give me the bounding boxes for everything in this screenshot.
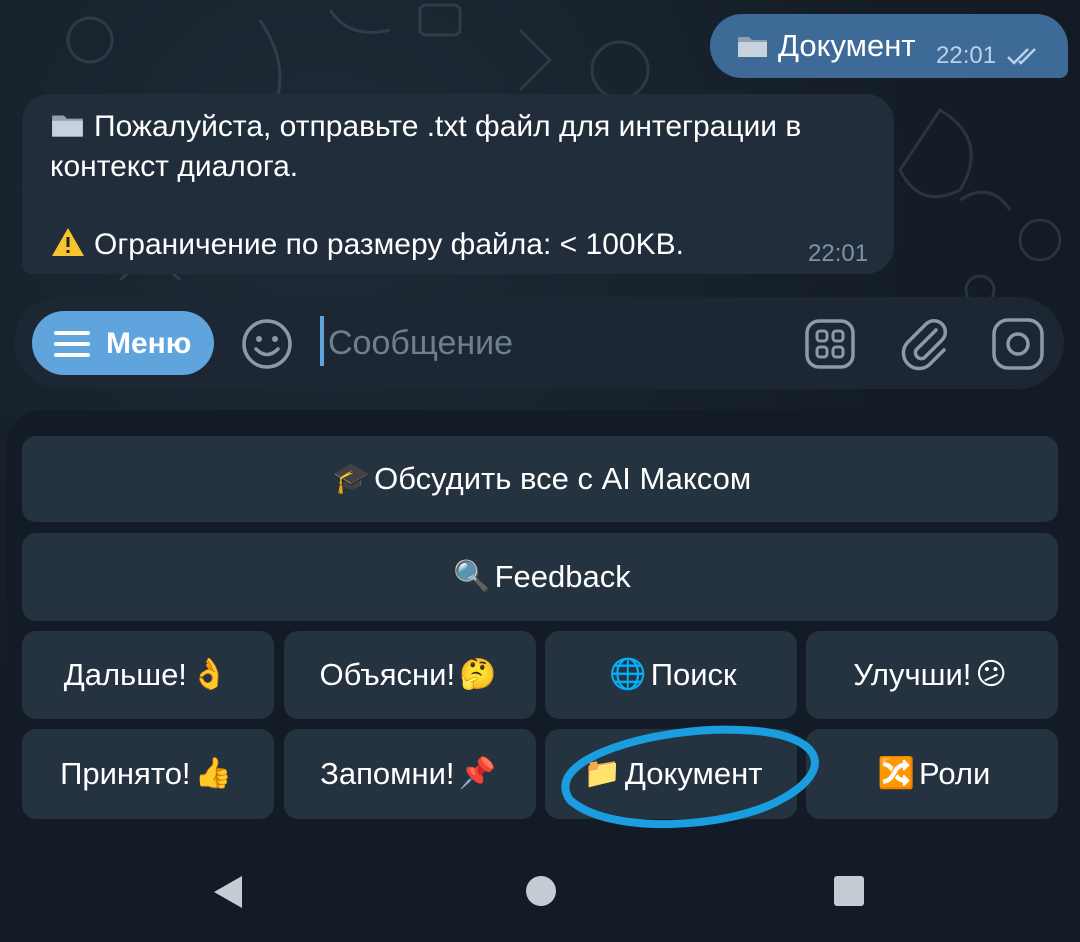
keyboard-button-remember-label: Запомни! — [320, 756, 455, 791]
shuffle-icon: 🔀 — [877, 757, 916, 790]
message-input[interactable] — [326, 315, 780, 371]
thumbs-up-icon: 👍 — [194, 757, 232, 790]
keyboard-button-search-label: Поиск — [650, 657, 737, 692]
nav-recent-apps-icon[interactable] — [832, 874, 866, 908]
keyboard-button-discuss[interactable]: 🎓 Обсудить все с AI Максом — [22, 436, 1058, 522]
keyboard-button-remember[interactable]: Запомни! 📌 — [284, 729, 536, 819]
outgoing-text-value: Документ — [778, 28, 916, 63]
outgoing-message-bubble[interactable]: Документ 22:01 — [710, 14, 1068, 78]
keyboard-button-accepted-label: Принято! — [60, 756, 191, 791]
keyboard-button-accepted[interactable]: Принято! 👍 — [22, 729, 274, 819]
outgoing-message-time: 22:01 — [936, 42, 997, 69]
folder-icon — [52, 115, 83, 137]
incoming-text-line-3: Ограничение по размеру файла: < 100KB. — [94, 228, 684, 261]
keyboard-button-document[interactable]: 📁 Документ — [545, 729, 797, 819]
hamburger-icon — [54, 331, 90, 357]
keyboard-button-feedback-label: Feedback — [494, 559, 631, 594]
pushpin-icon: 📌 — [458, 757, 496, 790]
keyboard-button-document-label: Документ — [624, 756, 763, 791]
keyboard-button-next-label: Дальше! — [63, 657, 187, 692]
ok-hand-icon: 👌 — [190, 658, 229, 691]
emoji-icon[interactable] — [240, 317, 294, 371]
warning-icon — [52, 228, 84, 256]
keyboard-button-search[interactable]: 🌐 Поиск — [545, 631, 797, 719]
keyboard-button-roles-label: Роли — [919, 756, 991, 791]
nav-home-icon[interactable] — [524, 874, 558, 908]
incoming-message-line-2: контекст диалога. — [50, 150, 299, 183]
thinking-face-icon: 🤔 — [459, 658, 497, 691]
menu-button-label: Меню — [106, 327, 192, 360]
incoming-message-time: 22:01 — [808, 240, 869, 267]
paperclip-icon[interactable] — [898, 316, 954, 372]
camera-icon[interactable] — [990, 316, 1046, 372]
globe-icon: 🌐 — [609, 658, 647, 691]
keyboard-button-discuss-label: Обсудить все с AI Максом — [374, 461, 752, 496]
incoming-message-bubble[interactable]: Пожалуйста, отправьте .txt файл для инте… — [22, 94, 894, 274]
nav-back-icon[interactable] — [210, 872, 246, 912]
confused-face-icon: 😕 — [975, 658, 1007, 691]
menu-button[interactable]: Меню — [32, 311, 214, 375]
keyboard-button-next[interactable]: Дальше! 👌 — [22, 631, 274, 719]
bot-commands-icon[interactable] — [804, 318, 856, 370]
text-cursor — [320, 316, 324, 366]
folder-icon: 📁 — [583, 757, 621, 790]
keyboard-button-explain[interactable]: Объясни! 🤔 — [284, 631, 536, 719]
double-check-icon — [1007, 48, 1036, 65]
incoming-message-line-1: Пожалуйста, отправьте .txt файл для инте… — [50, 110, 801, 144]
incoming-message-line-3: Ограничение по размеру файла: < 100KB. — [50, 226, 684, 262]
graduation-cap-icon: 🎓 — [332, 462, 371, 495]
keyboard-button-feedback[interactable]: 🔍 Feedback — [22, 533, 1058, 621]
keyboard-button-improve-label: Улучши! — [853, 657, 972, 692]
outgoing-message-text: Документ — [736, 28, 916, 64]
incoming-text-line-1: Пожалуйста, отправьте .txt файл для инте… — [94, 110, 802, 143]
keyboard-button-improve[interactable]: Улучши! 😕 — [806, 631, 1058, 719]
folder-icon — [738, 37, 767, 57]
telegram-chat-screen: Документ 22:01 Пожалуйста, отправьте .tx… — [0, 0, 1080, 942]
magnifier-icon: 🔍 — [453, 560, 491, 593]
keyboard-button-explain-label: Объясни! — [319, 657, 456, 692]
keyboard-button-roles[interactable]: 🔀 Роли — [806, 729, 1058, 819]
